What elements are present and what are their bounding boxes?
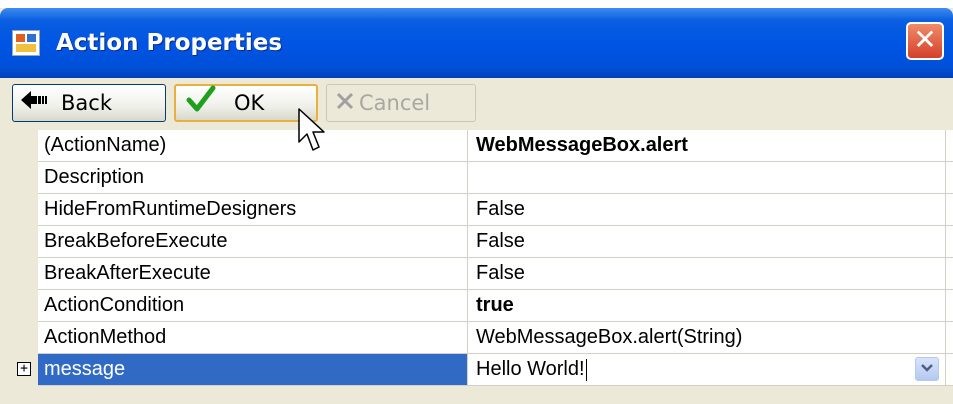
message-value-input[interactable]: Hello World! (468, 354, 946, 385)
cancel-label: Cancel (359, 91, 431, 115)
back-label: Back (61, 91, 112, 115)
mouse-pointer-icon (298, 108, 328, 156)
property-row[interactable]: (ActionName) WebMessageBox.alert (12, 130, 953, 162)
property-row[interactable]: HideFromRuntimeDesigners False (12, 194, 953, 226)
chevron-down-icon[interactable] (915, 357, 939, 381)
property-value[interactable] (468, 162, 946, 193)
ok-label: OK (234, 91, 265, 115)
property-name: Description (38, 162, 468, 193)
dialog-window: Action Properties ✕ Back OK Cancel (Acti… (0, 8, 953, 404)
close-icon: ✕ (913, 23, 937, 56)
property-name: message (38, 354, 468, 385)
x-icon (335, 91, 355, 116)
property-row[interactable]: Description (12, 162, 953, 194)
property-row-selected[interactable]: + message Hello World! (12, 354, 953, 386)
property-value[interactable]: False (468, 194, 946, 225)
app-icon (12, 30, 40, 56)
back-arrow-icon (21, 90, 51, 116)
expand-plus-icon[interactable]: + (17, 362, 31, 376)
property-name: HideFromRuntimeDesigners (38, 194, 468, 225)
title-bar[interactable]: Action Properties ✕ (0, 8, 953, 78)
property-name: BreakBeforeExecute (38, 226, 468, 257)
cancel-button[interactable]: Cancel (326, 84, 476, 122)
toolbar: Back OK Cancel (12, 78, 953, 130)
window-title: Action Properties (56, 30, 283, 56)
back-button[interactable]: Back (12, 84, 166, 122)
property-value[interactable]: true (468, 290, 946, 321)
bottom-area (0, 386, 953, 404)
property-value[interactable]: WebMessageBox.alert(String) (468, 322, 946, 353)
close-button[interactable]: ✕ (906, 22, 944, 60)
property-name: (ActionName) (38, 130, 468, 161)
property-value: Hello World! (476, 358, 585, 380)
property-grid: (ActionName) WebMessageBox.alert Descrip… (12, 130, 953, 400)
property-row[interactable]: BreakBeforeExecute False (12, 226, 953, 258)
text-caret (585, 358, 587, 381)
property-value[interactable]: False (468, 258, 946, 289)
property-value[interactable]: False (468, 226, 946, 257)
checkmark-icon (186, 84, 216, 122)
property-name: ActionMethod (38, 322, 468, 353)
property-value[interactable]: WebMessageBox.alert (468, 130, 946, 161)
property-row[interactable]: ActionMethod WebMessageBox.alert(String) (12, 322, 953, 354)
ok-button[interactable]: OK (174, 84, 318, 122)
property-name: BreakAfterExecute (38, 258, 468, 289)
property-name: ActionCondition (38, 290, 468, 321)
property-row[interactable]: ActionCondition true (12, 290, 953, 322)
property-row[interactable]: BreakAfterExecute False (12, 258, 953, 290)
